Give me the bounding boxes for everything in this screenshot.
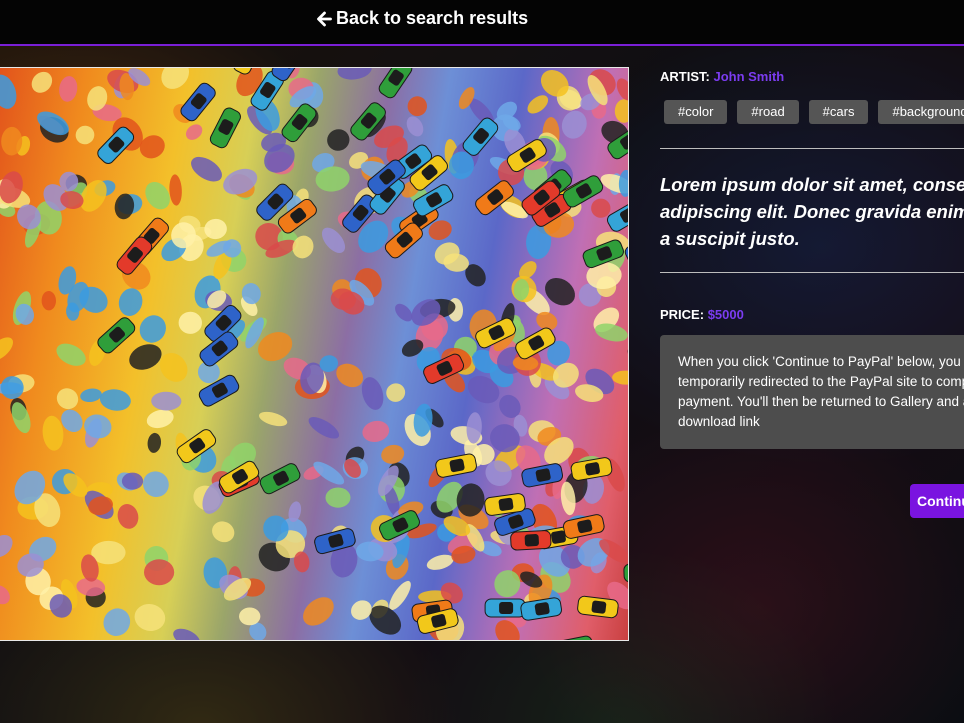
paint-dab (362, 420, 390, 442)
toy-car (627, 340, 628, 364)
paint-dab (121, 472, 144, 490)
toy-car (259, 463, 301, 495)
paint-dab (117, 504, 139, 529)
toy-car (484, 598, 526, 618)
paint-dab (103, 608, 131, 637)
paint-dab (614, 99, 628, 123)
notice-line: temporarily redirected to the PayPal sit… (678, 374, 964, 389)
description-line: adipiscing elit. Donec gravida enim (660, 201, 964, 222)
tag-road[interactable]: #road (737, 100, 799, 124)
toy-car (551, 635, 594, 640)
paint-dab (337, 68, 372, 80)
paint-dab (561, 110, 587, 139)
paint-dab (134, 604, 166, 631)
artist-line: ARTIST: John Smith (660, 69, 784, 84)
paint-dab (143, 471, 169, 498)
paint-dab (80, 388, 102, 403)
price-line: PRICE: $5000 (660, 307, 744, 322)
paint-dab (0, 585, 10, 605)
paint-dab (178, 311, 202, 334)
paint-dab (407, 96, 428, 117)
toy-car (378, 68, 413, 99)
back-link-label: Back to search results (336, 8, 529, 28)
toy-car (562, 514, 605, 539)
paint-dab (0, 74, 17, 109)
paypal-notice: When you click 'Continue to PayPal' belo… (660, 335, 964, 449)
paint-dab (185, 124, 203, 140)
toy-car (510, 530, 552, 551)
paint-dab (118, 288, 143, 316)
paint-dab (146, 409, 174, 429)
page: Back to search results ARTIST: John Smit… (0, 0, 964, 723)
notice-line: When you click 'Continue to PayPal' belo… (678, 354, 964, 369)
paint-dab (406, 116, 424, 137)
artwork-description: Lorem ipsum dolor sit amet, consectetur … (660, 171, 964, 252)
notice-line: payment. You'll then be returned to Gall… (678, 394, 964, 409)
paint-dab (99, 389, 131, 411)
paint-dab (389, 580, 411, 611)
paint-dab (161, 68, 190, 89)
tag-background[interactable]: #background (878, 100, 964, 124)
paint-dab (0, 534, 13, 558)
artist-name-link[interactable]: John Smith (713, 69, 784, 84)
paint-dab (31, 71, 53, 93)
description-line: a suscipit justo. (660, 228, 800, 249)
price-label: PRICE: (660, 307, 705, 322)
paint-dab (0, 337, 14, 362)
artwork-image (0, 67, 629, 641)
paint-dab (56, 388, 79, 410)
toy-car (623, 562, 628, 583)
tag-color[interactable]: #color (664, 100, 728, 124)
paint-dab (59, 76, 78, 102)
price-value: $5000 (707, 307, 744, 322)
tag-list: #color #road #cars #background (664, 100, 964, 124)
paint-dab (616, 78, 628, 101)
paint-dab (618, 169, 628, 197)
arrow-left-icon (316, 11, 332, 27)
paint-dab (56, 343, 86, 366)
top-bar: Back to search results (0, 0, 964, 46)
toy-car (97, 317, 136, 354)
paint-dab (325, 487, 351, 508)
paint-dab (381, 444, 405, 464)
paint-dab (239, 607, 261, 626)
paint-dab (144, 559, 175, 586)
paint-dab (612, 370, 628, 385)
paint-dab (151, 391, 182, 411)
toy-car (435, 453, 477, 478)
paint-dab (145, 181, 170, 210)
continue-to-paypal-button[interactable]: Continue to PayPal (910, 484, 964, 518)
paint-dab (308, 417, 340, 439)
paint-dab (147, 432, 162, 453)
paint-dab (212, 521, 235, 543)
toy-car (209, 107, 241, 149)
divider-top (660, 148, 964, 149)
paint-dab (303, 597, 334, 626)
paint-dab (426, 554, 454, 570)
toy-car (462, 117, 499, 156)
back-to-search-link[interactable]: Back to search results (316, 8, 528, 29)
paint-dab (191, 156, 222, 182)
toy-car (180, 82, 216, 122)
tag-cars[interactable]: #cars (808, 100, 869, 124)
paint-dab (327, 129, 350, 151)
paint-dab (258, 411, 288, 427)
paint-dab (75, 125, 95, 145)
paint-dab (386, 383, 406, 402)
description-line: Lorem ipsum dolor sit amet, consectetur (660, 174, 964, 195)
paint-dab (173, 628, 200, 640)
divider-bottom (660, 272, 964, 273)
paint-dab (321, 227, 346, 253)
paint-dab (139, 315, 166, 343)
paint-dab (129, 344, 162, 370)
paint-dab (41, 291, 57, 311)
notice-line: download link (678, 414, 760, 429)
artist-label: ARTIST: (660, 69, 710, 84)
paint-dab (527, 95, 549, 114)
paint-dab (169, 174, 182, 206)
